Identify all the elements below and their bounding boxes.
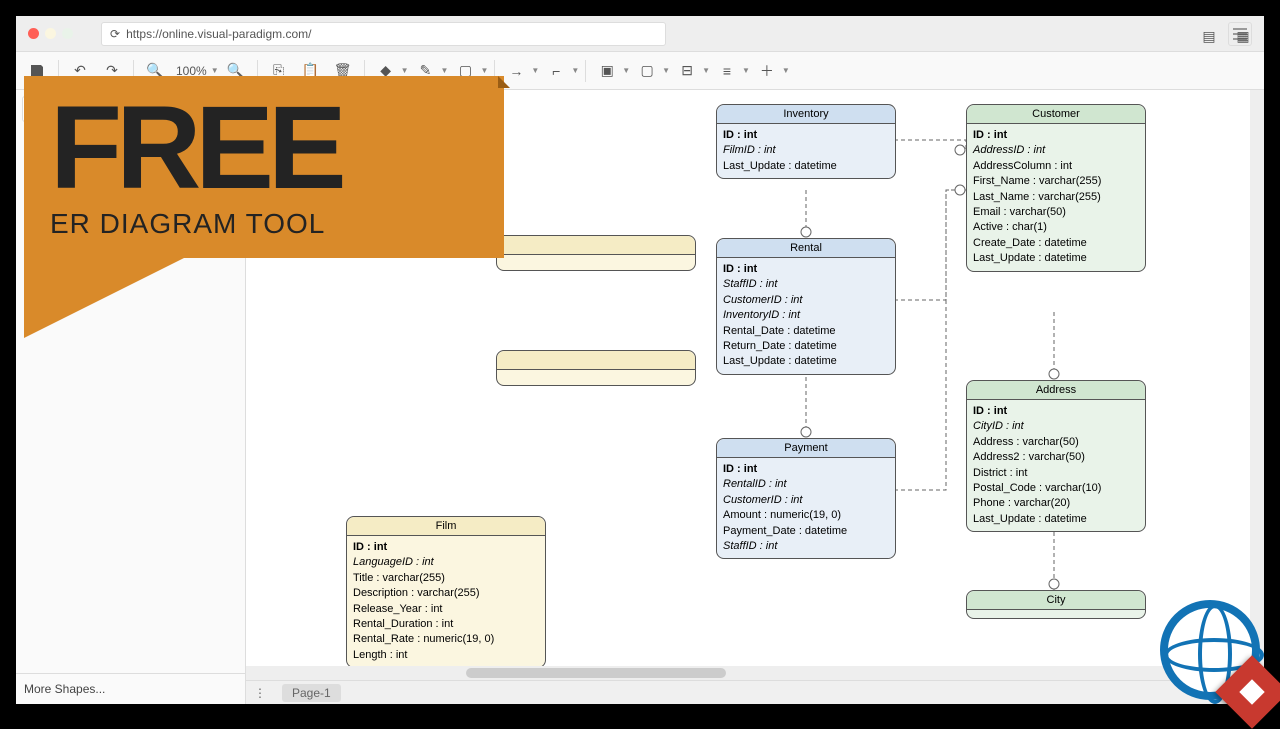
entity-attribute: ID : int <box>723 462 889 477</box>
minimize-icon[interactable] <box>45 28 56 39</box>
entity-title: Rental <box>717 239 895 258</box>
reload-icon[interactable]: ⟳ <box>110 27 120 41</box>
entity-attribute: Active : char(1) <box>973 220 1139 235</box>
entity-attribute: CityID : int <box>973 419 1139 434</box>
entity-title: Customer <box>967 105 1145 124</box>
entity-title: Payment <box>717 439 895 458</box>
entity-attribute: CustomerID : int <box>723 493 889 508</box>
entity-attribute: Rental_Duration : int <box>353 617 539 632</box>
entity-rental[interactable]: Rental ID : intStaffID : intCustomerID : … <box>716 238 896 375</box>
entity-address[interactable]: Address ID : intCityID : intAddress : var… <box>966 380 1146 532</box>
entity-title: Film <box>347 517 545 536</box>
distribute-icon[interactable]: ≡ <box>712 57 742 85</box>
entity-attribute: Last_Update : datetime <box>723 159 889 174</box>
format-panel-icon[interactable]: ▤ <box>1194 22 1224 50</box>
add-icon[interactable]: ＋ <box>752 57 782 85</box>
toback-icon[interactable]: ▢ <box>632 57 662 85</box>
entity-placeholder-2[interactable] <box>496 350 696 386</box>
waypoint-icon[interactable]: ⌐ <box>541 57 571 85</box>
entity-attribute: FilmID : int <box>723 143 889 158</box>
scrollbar-horizontal[interactable] <box>246 666 1242 680</box>
entity-attribute: ID : int <box>723 128 889 143</box>
entity-attribute: Amount : numeric(19, 0) <box>723 508 889 523</box>
entity-attribute: LanguageID : int <box>353 555 539 570</box>
entity-attribute: Return_Date : datetime <box>723 339 889 354</box>
status-handle-icon[interactable]: ⋮ <box>254 686 266 700</box>
entity-inventory[interactable]: Inventory ID : intFilmID : intLast_Update… <box>716 104 896 179</box>
entity-attribute: AddressColumn : int <box>973 159 1139 174</box>
entity-attribute: RentalID : int <box>723 477 889 492</box>
entity-title: Address <box>967 381 1145 400</box>
entity-attribute: ID : int <box>723 262 889 277</box>
promo-banner: FREE ER DIAGRAM TOOL <box>24 76 504 338</box>
entity-attribute: AddressID : int <box>973 143 1139 158</box>
entity-attribute: Last_Update : datetime <box>973 251 1139 266</box>
traffic-lights <box>28 28 73 39</box>
entity-attribute: ID : int <box>973 404 1139 419</box>
entity-title: Inventory <box>717 105 895 124</box>
align-icon[interactable]: ⊟ <box>672 57 702 85</box>
entity-attribute: Description : varchar(255) <box>353 586 539 601</box>
tofront-icon[interactable]: ▣ <box>592 57 622 85</box>
statusbar: ⋮ Page-1 <box>246 680 1264 704</box>
maximize-icon[interactable] <box>62 28 73 39</box>
close-icon[interactable] <box>28 28 39 39</box>
url-text: https://online.visual-paradigm.com/ <box>126 27 311 41</box>
banner-headline: FREE <box>50 92 478 204</box>
page-tab[interactable]: Page-1 <box>282 684 341 702</box>
entity-attribute: InventoryID : int <box>723 308 889 323</box>
entity-placeholder-1[interactable] <box>496 235 696 271</box>
entity-attribute: Address : varchar(50) <box>973 435 1139 450</box>
outline-panel-icon[interactable]: ▦ <box>1228 22 1258 50</box>
entity-film[interactable]: Film ID : intLanguageID : intTitle : varc… <box>346 516 546 668</box>
entity-attribute: Address2 : varchar(50) <box>973 450 1139 465</box>
entity-attribute: Last_Name : varchar(255) <box>973 190 1139 205</box>
entity-city[interactable]: City <box>966 590 1146 619</box>
entity-attribute: Length : int <box>353 648 539 663</box>
more-shapes-button[interactable]: More Shapes... <box>16 673 245 704</box>
entity-payment[interactable]: Payment ID : intRentalID : intCustomerID … <box>716 438 896 559</box>
entity-attribute: Create_Date : datetime <box>973 236 1139 251</box>
entity-attribute: ID : int <box>973 128 1139 143</box>
visual-paradigm-logo <box>1160 600 1270 710</box>
entity-attribute: Title : varchar(255) <box>353 571 539 586</box>
url-input[interactable]: ⟳ https://online.visual-paradigm.com/ <box>101 22 666 46</box>
entity-title: City <box>967 591 1145 610</box>
banner-subheading: ER DIAGRAM TOOL <box>50 208 478 240</box>
entity-attribute: Release_Year : int <box>353 602 539 617</box>
entity-attribute: Last_Update : datetime <box>973 512 1139 527</box>
entity-attribute: Rental_Date : datetime <box>723 324 889 339</box>
entity-attribute: ID : int <box>353 540 539 555</box>
entity-attribute: StaffID : int <box>723 277 889 292</box>
browser-bar: ⟳ https://online.visual-paradigm.com/ <box>16 16 1264 52</box>
entity-attribute: Rental_Rate : numeric(19, 0) <box>353 632 539 647</box>
entity-attribute: First_Name : varchar(255) <box>973 174 1139 189</box>
entity-attribute: Payment_Date : datetime <box>723 524 889 539</box>
entity-attribute: Phone : varchar(20) <box>973 496 1139 511</box>
entity-attribute: District : int <box>973 466 1139 481</box>
entity-attribute: Postal_Code : varchar(10) <box>973 481 1139 496</box>
entity-attribute: StaffID : int <box>723 539 889 554</box>
entity-customer[interactable]: Customer ID : intAddressID : intAddressCo… <box>966 104 1146 272</box>
entity-attribute: Last_Update : datetime <box>723 354 889 369</box>
entity-attribute: Email : varchar(50) <box>973 205 1139 220</box>
entity-attribute: CustomerID : int <box>723 293 889 308</box>
